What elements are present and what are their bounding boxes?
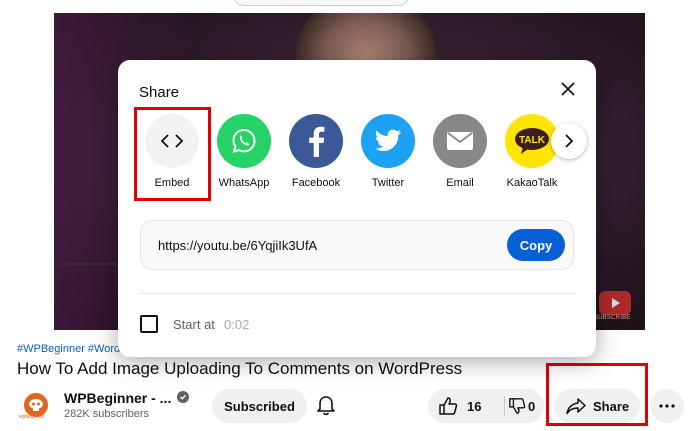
thumbs-down-icon [509,398,526,414]
share-highlight-box [546,363,648,426]
share-url-box: https://youtu.be/6YqjiIk3UfA Copy [140,220,574,270]
subscribe-watermark-text: SUBSCRIBE [594,315,631,321]
share-url-text[interactable]: https://youtu.be/6YqjiIk3UfA [158,238,317,253]
like-dislike-group: 16 0 [428,389,544,423]
embed-highlight-box [134,107,211,201]
share-target-whatsapp[interactable]: WhatsApp [210,114,278,189]
notification-bell-icon[interactable] [314,394,338,418]
video-title: How To Add Image Uploading To Comments o… [17,359,463,378]
start-at-checkbox[interactable] [140,315,158,333]
chevron-right-icon[interactable] [551,123,587,159]
facebook-icon [289,114,343,168]
search-bar[interactable] [232,0,410,6]
dislike-button[interactable]: 0 [506,389,544,423]
share-target-twitter[interactable]: Twitter [354,114,422,189]
wpbeginner-logo-icon [23,392,48,417]
subscribed-button[interactable]: Subscribed [212,389,307,423]
copy-button[interactable]: Copy [507,229,565,261]
channel-name[interactable]: WPBeginner - ... [64,390,171,406]
share-target-label: WhatsApp [218,177,270,189]
thumbs-up-icon [439,397,458,415]
subscribe-watermark-icon[interactable] [599,291,631,315]
twitter-bird-icon [361,114,415,168]
email-envelope-icon [433,114,487,168]
start-at-label: Start at [173,317,215,332]
share-target-email[interactable]: Email [426,114,494,189]
share-dialog: Share Embed WhatsApp Facebook Twitter Em… [118,60,596,357]
verified-check-icon [177,391,189,403]
dialog-divider [140,293,574,294]
dislike-count: 0 [528,398,536,414]
avatar-logo-text: wpbeginner [19,414,45,420]
start-time-input[interactable]: 0:02 [224,317,249,332]
dialog-title: Share [139,84,180,101]
share-target-label: Twitter [371,177,405,189]
like-button[interactable]: 16 [428,389,504,423]
like-count: 16 [467,398,482,414]
kakaotalk-icon-text: TALK [519,135,546,146]
like-separator [504,396,505,416]
share-target-label: Facebook [291,177,341,189]
video-hashtags[interactable]: #WPBeginner #Word [17,343,120,355]
whatsapp-icon [217,114,271,168]
channel-avatar[interactable]: wpbeginner [17,386,54,423]
more-actions-icon[interactable] [650,389,684,423]
share-target-facebook[interactable]: Facebook [282,114,350,189]
close-icon[interactable] [557,78,579,100]
share-target-label: Email [446,177,474,189]
subscriber-count: 282K subscribers [64,408,149,420]
share-target-label: KakaoTalk [506,177,558,189]
